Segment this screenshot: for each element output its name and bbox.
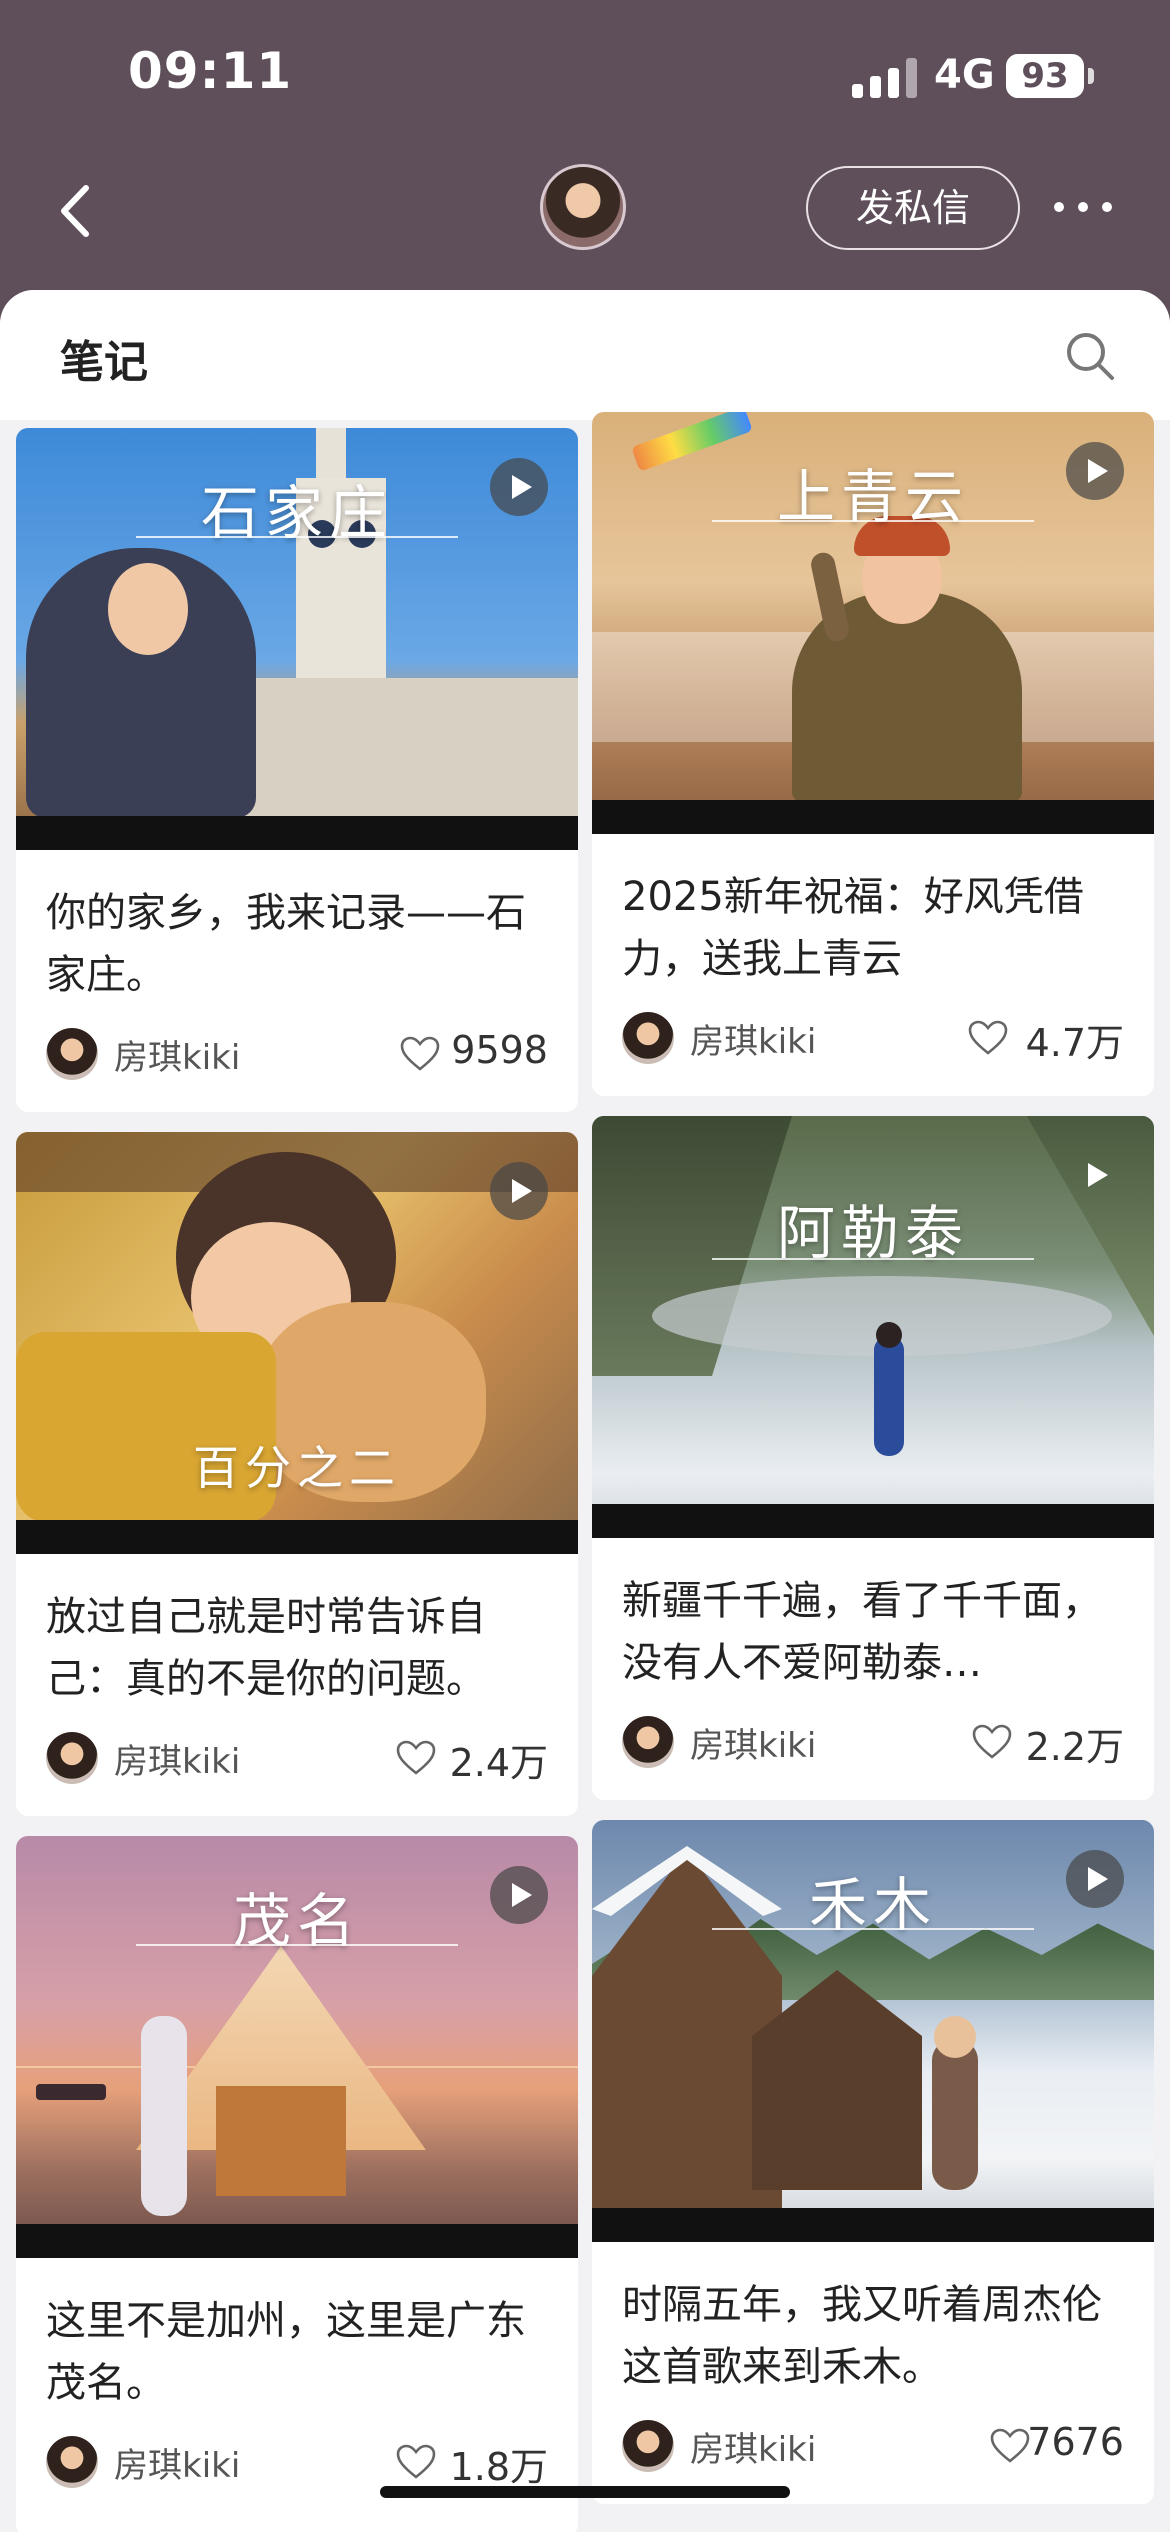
note-card[interactable]: 百分之二 放过自己就是时常告诉自己：真的不是你的问题。 房琪kiki 2.4万 [16,1132,578,1816]
play-icon [1066,442,1124,500]
network-label: 4G [934,52,995,98]
person-face [108,563,188,655]
note-meta: 房琪kiki 1.8万 [46,2420,548,2512]
like-count: 9598 [451,1028,548,1072]
back-arrow-icon[interactable] [50,176,110,246]
letterbox-bar [592,800,1154,834]
more-options-icon[interactable] [1054,190,1120,220]
note-title: 时隔五年，我又听着周杰伦这首歌来到禾木。 [622,2282,1102,2390]
author-name: 房琪kiki [690,2430,817,2470]
play-icon [490,1866,548,1924]
heart-icon[interactable] [396,2444,436,2480]
video-thumbnail[interactable]: 茂名 [16,1836,578,2258]
author-avatar [622,1716,674,1768]
letterbox-bar [16,816,578,850]
note-meta: 房琪kiki 2.4万 [46,1716,548,1808]
notes-sheet: 笔记 石家庄 你的家乡，我来记录——石家庄。 房琪kiki 9598 百分之二 … [0,290,1170,2532]
author-name: 房琪kiki [690,1726,817,1766]
author-avatar [622,1012,674,1064]
search-icon[interactable] [1064,330,1116,382]
video-thumbnail[interactable]: 上青云 [592,412,1154,834]
status-bar: 09:11 4G 93 [0,0,1170,150]
person [141,2016,187,2216]
like-count: 2.4万 [449,1741,548,1785]
like-count: 2.2万 [1025,1725,1124,1769]
heart-icon[interactable] [968,1020,1008,1056]
author-avatar [46,1028,98,1080]
author-name: 房琪kiki [114,2446,241,2486]
overlay-underline [712,1928,1034,1930]
video-overlay-title: 百分之二 [193,1441,401,1495]
note-title: 这里不是加州，这里是广东茂名。 [46,2298,526,2406]
home-indicator[interactable] [380,2486,790,2498]
note-title: 放过自己就是时常告诉自己：真的不是你的问题。 [46,1594,486,1702]
station-building [236,678,578,818]
overlay-underline [136,536,458,538]
note-title: 2025新年祝福：好风凭借力，送我上青云 [622,874,1084,982]
heart-icon[interactable] [400,1036,440,1072]
person-head [876,1322,902,1348]
note-title: 新疆千千遍，看了千千面，没有人不爱阿勒泰… [622,1578,1102,1686]
person-face [934,2016,976,2058]
signal-icon [852,56,918,98]
video-thumbnail[interactable]: 百分之二 [16,1132,578,1554]
like-count: 1.8万 [449,2445,548,2489]
note-card[interactable]: 茂名 这里不是加州，这里是广东茂名。 房琪kiki 1.8万 [16,1836,578,2532]
profile-avatar[interactable] [540,164,626,250]
author-name: 房琪kiki [114,1038,241,1078]
boat [36,2084,106,2100]
video-thumbnail[interactable]: 阿勒泰 [592,1116,1154,1538]
note-card[interactable]: 石家庄 你的家乡，我来记录——石家庄。 房琪kiki 9598 [16,428,578,1112]
note-title: 你的家乡，我来记录——石家庄。 [46,890,526,998]
heart-icon[interactable] [972,1724,1012,1760]
status-time: 09:11 [128,42,293,100]
top-nav: 发私信 [0,150,1170,290]
heart-icon[interactable] [396,1740,436,1776]
letterbox-bar [592,2208,1154,2242]
note-card[interactable]: 禾木 时隔五年，我又听着周杰伦这首歌来到禾木。 房琪kiki 7676 [592,1820,1154,2504]
sheet-title: 笔记 [60,337,148,388]
author-avatar [46,1732,98,1784]
author-avatar [622,2420,674,2472]
play-icon [1066,1146,1124,1204]
send-message-button[interactable]: 发私信 [806,166,1020,250]
play-icon [490,1162,548,1220]
person [874,1336,904,1456]
heart-icon[interactable] [990,2428,1030,2464]
overlay-underline [712,1258,1034,1260]
table [216,2086,346,2196]
battery-icon: 93 [1006,54,1084,98]
note-card[interactable]: 上青云 2025新年祝福：好风凭借力，送我上青云 房琪kiki 4.7万 [592,412,1154,1096]
author-name: 房琪kiki [690,1022,817,1062]
overlay-underline [136,1944,458,1946]
author-name: 房琪kiki [114,1742,241,1782]
note-meta: 房琪kiki 7676 [622,2404,1124,2496]
play-icon [1066,1850,1124,1908]
letterbox-bar [592,1504,1154,1538]
overlay-underline [712,520,1034,522]
note-meta: 房琪kiki 4.7万 [622,996,1124,1088]
video-thumbnail[interactable]: 禾木 [592,1820,1154,2242]
letterbox-bar [16,1520,578,1554]
letterbox-bar [16,2224,578,2258]
video-thumbnail[interactable]: 石家庄 [16,428,578,850]
note-meta: 房琪kiki 9598 [46,1012,548,1104]
person [932,2040,978,2190]
note-meta: 房琪kiki 2.2万 [622,1700,1124,1792]
author-avatar [46,2436,98,2488]
battery-tip [1088,68,1094,84]
play-icon [490,458,548,516]
like-count: 7676 [1027,2420,1124,2464]
note-card[interactable]: 阿勒泰 新疆千千遍，看了千千面，没有人不爱阿勒泰… 房琪kiki 2.2万 [592,1116,1154,1800]
sheet-header: 笔记 [0,290,1170,420]
like-count: 4.7万 [1025,1021,1124,1065]
